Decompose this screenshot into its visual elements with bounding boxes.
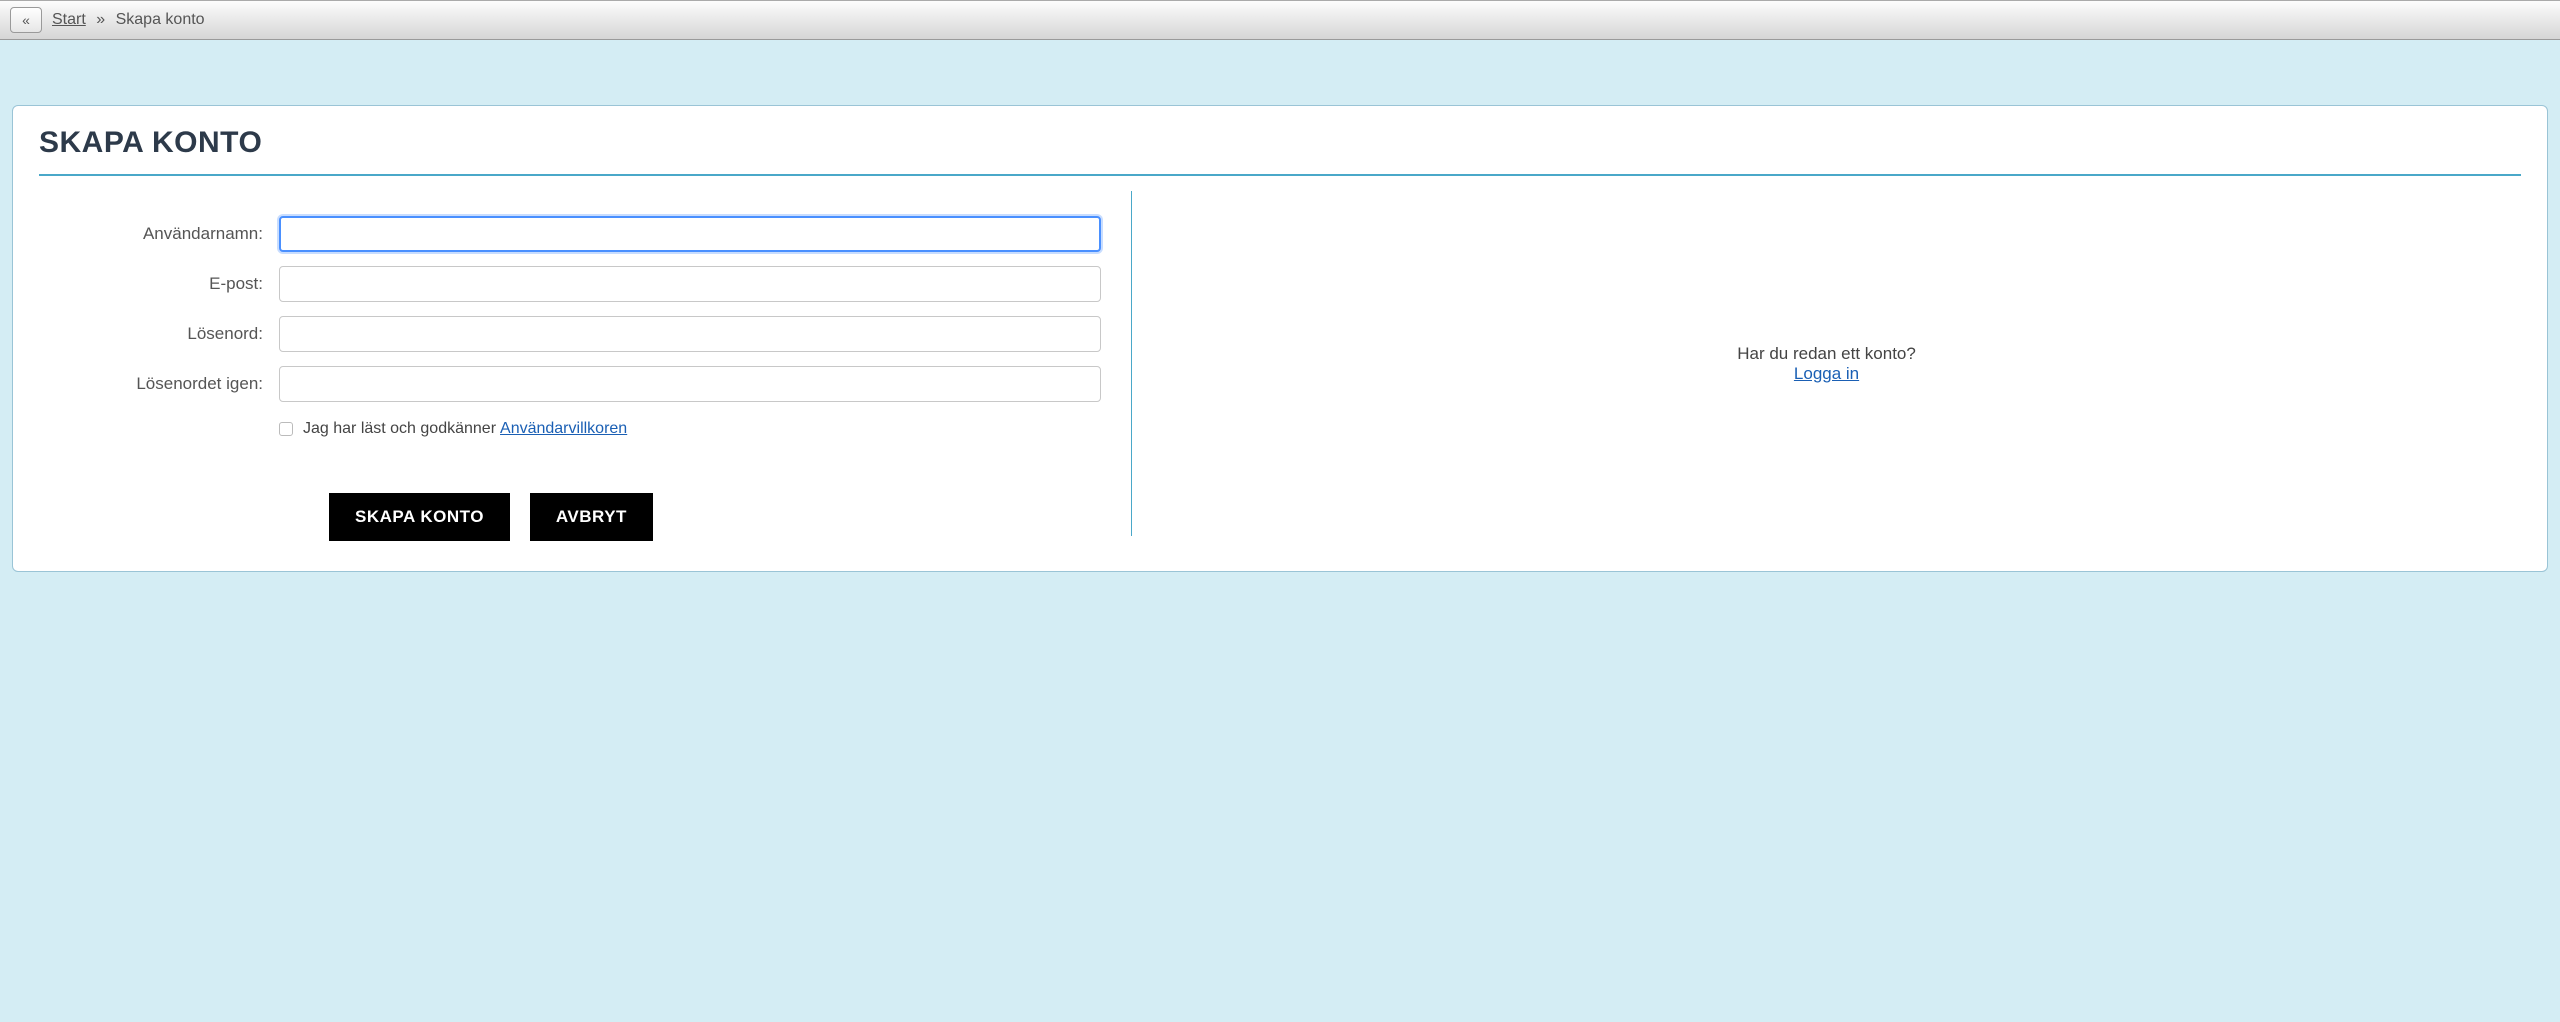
already-text: Har du redan ett konto? <box>1737 344 1916 364</box>
button-row: SKAPA KONTO AVBRYT <box>49 493 1101 541</box>
password-again-label: Lösenordet igen: <box>49 374 279 394</box>
breadcrumb-separator: » <box>96 11 105 28</box>
cancel-button[interactable]: AVBRYT <box>530 493 653 541</box>
breadcrumb: Start » Skapa konto <box>52 11 205 29</box>
chevron-left-double-icon: « <box>22 13 30 27</box>
terms-text: Jag har läst och godkänner <box>303 420 496 438</box>
terms-link[interactable]: Användarvillkoren <box>500 420 627 438</box>
breadcrumb-current: Skapa konto <box>116 11 205 28</box>
form-column: Användarnamn: E-post: Lösenord: Lösenord… <box>39 186 1131 541</box>
password-again-input[interactable] <box>279 366 1101 402</box>
topbar: « Start » Skapa konto <box>0 0 2560 40</box>
username-label: Användarnamn: <box>49 224 279 244</box>
password-input[interactable] <box>279 316 1101 352</box>
title-divider <box>39 174 2521 176</box>
login-link[interactable]: Logga in <box>1794 364 1859 383</box>
row-email: E-post: <box>49 266 1101 302</box>
email-label: E-post: <box>49 274 279 294</box>
terms-checkbox[interactable] <box>279 422 293 436</box>
back-button[interactable]: « <box>10 7 42 33</box>
page-wrap: SKAPA KONTO Användarnamn: E-post: Löseno… <box>0 40 2560 584</box>
columns: Användarnamn: E-post: Lösenord: Lösenord… <box>39 186 2521 541</box>
row-password: Lösenord: <box>49 316 1101 352</box>
email-input[interactable] <box>279 266 1101 302</box>
already-have-account: Har du redan ett konto? Logga in <box>1737 344 1916 384</box>
row-username: Användarnamn: <box>49 216 1101 252</box>
row-password-again: Lösenordet igen: <box>49 366 1101 402</box>
terms-row: Jag har läst och godkänner Användarvillk… <box>49 420 1101 438</box>
username-input[interactable] <box>279 216 1101 252</box>
main-panel: SKAPA KONTO Användarnamn: E-post: Löseno… <box>12 105 2548 572</box>
password-label: Lösenord: <box>49 324 279 344</box>
breadcrumb-start-link[interactable]: Start <box>52 11 86 28</box>
side-column: Har du redan ett konto? Logga in <box>1132 186 2521 541</box>
create-account-button[interactable]: SKAPA KONTO <box>329 493 510 541</box>
page-title: SKAPA KONTO <box>39 126 2521 160</box>
